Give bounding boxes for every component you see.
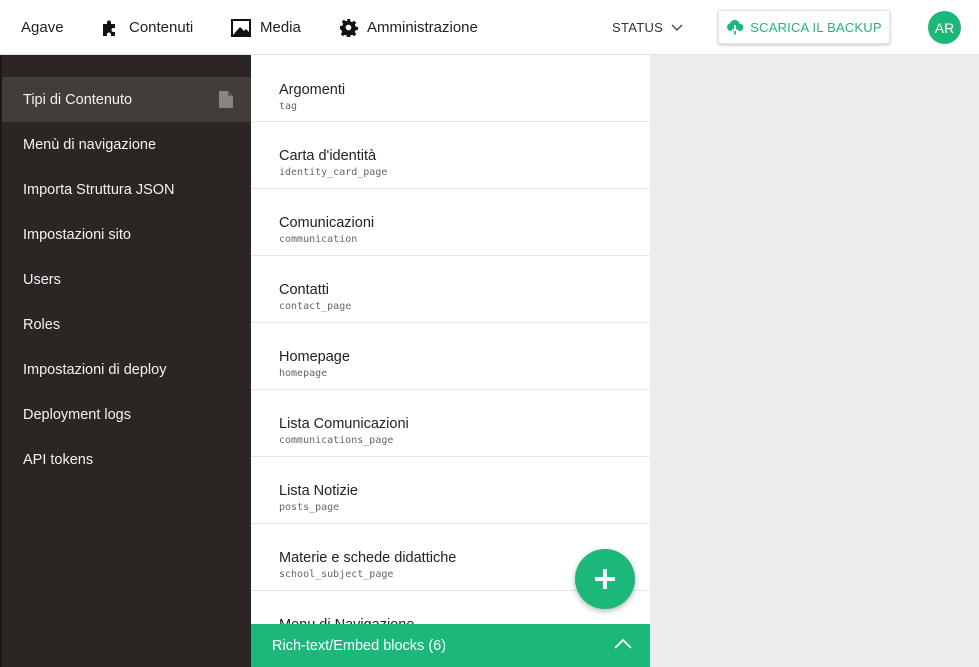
list-item[interactable]: Lista Comunicazioni communications_page bbox=[251, 390, 650, 457]
content-type-title: Contatti bbox=[279, 282, 329, 298]
chevron-down-icon bbox=[671, 24, 683, 31]
list-item[interactable]: Argomenti tag bbox=[251, 55, 650, 122]
sidebar-item-label: Tipi di Contenuto bbox=[23, 91, 133, 108]
content-type-title: Carta d'identità bbox=[279, 148, 377, 164]
sidebar-item-label: Importa Struttura JSON bbox=[23, 181, 175, 198]
nav-amministrazione[interactable]: Amministrazione bbox=[339, 0, 478, 55]
content-type-slug: communication bbox=[279, 234, 358, 245]
content-type-title: Lista Comunicazioni bbox=[279, 416, 409, 432]
sidebar-item-label: Impostazioni sito bbox=[23, 226, 131, 243]
sidebar-item-menu-navigazione[interactable]: Menù di navigazione bbox=[2, 122, 251, 167]
content-type-slug: homepage bbox=[279, 368, 328, 379]
document-icon bbox=[219, 91, 233, 108]
content-type-slug: contact_page bbox=[279, 301, 352, 312]
rich-text-blocks-bar[interactable]: Rich-text/Embed blocks (6) bbox=[251, 624, 650, 667]
sidebar-item-label: API tokens bbox=[23, 451, 94, 468]
sidebar-item-users[interactable]: Users bbox=[2, 257, 251, 302]
puzzle-icon bbox=[103, 20, 115, 36]
chevron-up-icon bbox=[614, 638, 632, 649]
content-type-title: Homepage bbox=[279, 349, 350, 365]
list-item[interactable]: Homepage homepage bbox=[251, 323, 650, 390]
detail-panel-empty bbox=[650, 55, 979, 667]
blocks-bar-label: Rich-text/Embed blocks (6) bbox=[272, 637, 447, 654]
sidebar-item-deployment-logs[interactable]: Deployment logs bbox=[2, 392, 251, 437]
add-content-type-button[interactable] bbox=[575, 549, 635, 609]
download-backup-button[interactable]: SCARICA IL BACKUP bbox=[718, 10, 890, 44]
nav-media[interactable]: Media bbox=[231, 0, 301, 55]
nav-amministrazione-label: Amministrazione bbox=[367, 19, 478, 36]
content-type-title: Argomenti bbox=[279, 82, 346, 98]
content-type-slug: identity_card_page bbox=[279, 167, 388, 178]
plus-icon bbox=[595, 569, 615, 589]
content-type-title: Lista Notizie bbox=[279, 483, 358, 499]
status-label: STATUS bbox=[612, 20, 664, 35]
gear-icon bbox=[339, 18, 358, 37]
download-backup-label: SCARICA IL BACKUP bbox=[750, 19, 882, 35]
sidebar-item-label: Menù di navigazione bbox=[23, 136, 157, 153]
top-navbar: Agave Contenuti Media Amministrazione ST… bbox=[0, 0, 979, 55]
sidebar-item-roles[interactable]: Roles bbox=[2, 302, 251, 347]
sidebar-item-importa-json[interactable]: Importa Struttura JSON bbox=[2, 167, 251, 212]
content-type-slug: communications_page bbox=[279, 435, 394, 446]
sidebar-item-api-tokens[interactable]: API tokens bbox=[2, 437, 251, 482]
list-item[interactable]: Contatti contact_page bbox=[251, 256, 650, 323]
nav-contenuti[interactable]: Contenuti bbox=[100, 0, 193, 55]
app-brand[interactable]: Agave bbox=[21, 0, 64, 55]
content-type-title: Comunicazioni bbox=[279, 215, 375, 231]
nav-media-label: Media bbox=[260, 19, 301, 36]
content-type-slug: posts_page bbox=[279, 502, 340, 513]
list-item[interactable]: Carta d'identità identity_card_page bbox=[251, 122, 650, 189]
admin-sidebar: Tipi di Contenuto Menù di navigazione Im… bbox=[0, 55, 251, 667]
status-dropdown[interactable]: STATUS bbox=[612, 0, 683, 55]
sidebar-item-impostazioni-sito[interactable]: Impostazioni sito bbox=[2, 212, 251, 257]
list-item[interactable]: Lista Notizie posts_page bbox=[251, 457, 650, 524]
sidebar-item-label: Users bbox=[23, 271, 61, 288]
sidebar-item-tipi-di-contenuto[interactable]: Tipi di Contenuto bbox=[2, 77, 251, 122]
cloud-download-icon bbox=[727, 19, 744, 35]
image-icon bbox=[231, 18, 251, 37]
content-type-slug: tag bbox=[279, 101, 298, 112]
user-avatar[interactable]: AR bbox=[928, 11, 961, 44]
sidebar-item-label: Impostazioni di deploy bbox=[23, 361, 167, 378]
sidebar-item-impostazioni-deploy[interactable]: Impostazioni di deploy bbox=[2, 347, 251, 392]
sidebar-item-label: Roles bbox=[23, 316, 61, 333]
nav-contenuti-label: Contenuti bbox=[129, 19, 194, 36]
list-item[interactable]: Comunicazioni communication bbox=[251, 189, 650, 256]
sidebar-item-label: Deployment logs bbox=[23, 406, 131, 423]
